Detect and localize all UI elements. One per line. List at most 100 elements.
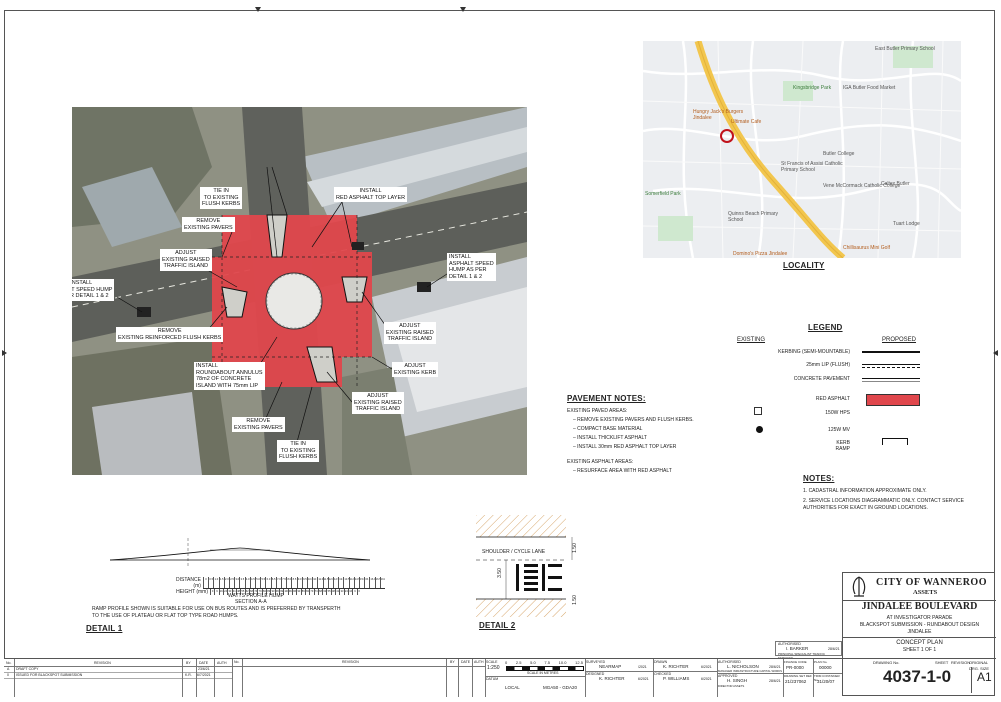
detail1-profile (109, 538, 371, 578)
scale-box: SCALE 1:250 0 2.5 5.0 7.5 10.0 12.5 SCAL… (485, 659, 586, 697)
map-label-iga: IGA Butler Food Market (843, 85, 896, 91)
surveyed-date: /2021 (638, 665, 647, 669)
locality-title: LOCALITY (783, 261, 825, 270)
detail2-lane-label: SHOULDER / CYCLE LANE (482, 549, 546, 555)
map-label-somerfield: Somerfield Park (645, 191, 681, 197)
map-label-dominos: Domino's Pizza Jindalee (733, 251, 788, 257)
legend-label-lip: 25mm LIP (FLUSH) (806, 362, 850, 368)
detail1-height-label: HEIGHT (mm) (176, 589, 208, 595)
city-logo-icon (852, 576, 866, 597)
pavement-paved-heading: EXISTING PAVED AREAS: (567, 408, 628, 414)
legend-label-red-asphalt: RED ASPHALT (815, 396, 850, 402)
scale-mark-5: 12.5 (575, 660, 583, 665)
rev-row-1-date: 23/6/21 (198, 667, 210, 671)
drawn-date: 6/2021 (701, 665, 712, 669)
authorised-box: AUTHORISED L. NICHOLSON 28/6/21 MANAGER … (717, 659, 784, 697)
sheet-label: SHEET (935, 660, 949, 665)
callout-remove-kerbs: REMOVE EXISTING REINFORCED FLUSH KERBS (116, 327, 224, 342)
location-line3: BLACKSPOT SUBMISSION - RUNDABOUT DESIGN (859, 622, 980, 628)
designed-date: 6/2021 (638, 677, 649, 681)
drawing-set-label: DRAWING SET REF (784, 674, 812, 678)
callout-install-annulus: INSTALL ROUNDABOUT ANNULUS 78m2 OF CONCR… (194, 362, 265, 390)
callout-tie-in-bottom: TIE IN TO EXISTING FLUSH KERBS (277, 440, 320, 462)
street-name: JINDALEE BOULEVARD (861, 601, 978, 612)
drawing-number: 4037-1-0 (883, 667, 952, 686)
drawing-no-label: DRAWING No. (873, 660, 900, 665)
locality-map: East Butler Primary School Hungry Jack's… (643, 41, 961, 258)
detail2-dim-a: 1.50 (571, 543, 578, 553)
callout-tie-in-top: TIE IN TO EXISTING FLUSH KERBS (200, 187, 243, 209)
rev-row-2-by: K.R. (185, 673, 192, 677)
pavement-notes-title: PAVEMENT NOTES: (567, 394, 646, 403)
bottom-strip: No. REVISION BY DATE AUTH A DRAFT COPY 2… (4, 658, 842, 697)
notes-item-1: CADASTRAL INFORMATION APPROXIMATE ONLY. (808, 488, 927, 494)
scale-value: 1:250 (487, 665, 500, 671)
checked-date: 6/2021 (701, 677, 712, 681)
scale-mark-4: 10.0 (558, 660, 567, 665)
callout-remove-bottom: REMOVE EXISTING PAVERS (232, 417, 285, 432)
map-label-kingsbridge-park: Kingsbridge Park (793, 85, 832, 91)
org-name: CITY OF WANNEROO (876, 577, 987, 588)
rev-row-2-date: 6/7/2021 (197, 673, 211, 677)
pavement-asphalt-item-1: RESURFACE AREA WITH RED ASPHALT (577, 468, 672, 474)
datum-value: LOCAL (505, 685, 520, 690)
scale-mark-1: 2.5 (515, 660, 522, 665)
detail2-title: DETAIL 2 (479, 621, 516, 630)
title-authorised-name: I. BARKER (786, 646, 809, 651)
detail2-dim-c: 1.50 (571, 595, 578, 605)
callout-adjust-kerb: ADJUST EXISTING KERB (392, 362, 439, 377)
legend-symbol-125w-icon (756, 426, 763, 433)
detail1-distance-cell: 16.85 (379, 577, 385, 588)
title-authorised-date: 28/6/21 (828, 647, 840, 651)
pavement-paved-item-2: COMPACT BASE MATERIAL (577, 426, 643, 432)
grid-tick-right (993, 350, 998, 356)
grid-tick-left (2, 350, 7, 356)
surveyed-name: NEARMAP (599, 664, 622, 669)
callout-adjust-right: ADJUST EXISTING RAISED TRAFFIC ISLAND (384, 322, 436, 344)
approved-date: 28/6/21 (769, 679, 781, 683)
org-sub: ASSETS (913, 589, 938, 596)
finance-label: FINANCE CODE (784, 660, 807, 664)
pavement-notes: PAVEMENT NOTES: EXISTING PAVED AREAS: – … (567, 394, 747, 476)
legend-label-125w: 125W MV (828, 427, 850, 433)
finance-code: PR-0000 (786, 665, 804, 670)
map-label-chillisaurus: Chillisaurus Mini Golf (843, 245, 890, 251)
plan-no-label: PLAN No. (814, 660, 828, 664)
pavement-asphalt-heading: EXISTING ASPHALT AREAS: (567, 459, 634, 465)
legend-symbol-kerbing (862, 351, 920, 353)
plan-no: 00000 (819, 665, 832, 670)
grid-value: MGA50 - GDA20 (543, 685, 578, 690)
scale-caption: SCALE IN METRES (527, 671, 559, 675)
drawing-set: 21/237062 (785, 679, 807, 684)
rev2-header-date: DATE (461, 660, 471, 664)
revision-table: No. REVISION BY DATE AUTH A DRAFT COPY 2… (4, 659, 233, 697)
map-label-ultimate-cafe: Ultimate Cafe (731, 119, 762, 125)
legend-label-kerbing: KERBING (SEMI-MOUNTABLE) (778, 349, 850, 355)
detail1-note: RAMP PROFILE SHOWN IS SUITABLE FOR USE O… (92, 606, 341, 619)
scale-label: SCALE (486, 660, 498, 664)
detail1-distance-label: DISTANCE (m) (176, 577, 201, 589)
plan-name: CONCEPT PLAN (896, 640, 943, 646)
grid-tick-top-2 (460, 7, 466, 12)
map-label-east-butler: East Butler Primary School (875, 46, 935, 52)
detail1-height-cell: 0 (356, 589, 360, 595)
legend-label-kerb-ramp: KERB RAMP (835, 440, 850, 452)
map-label-tuart-lodge: Tuart Lodge (893, 221, 920, 227)
sheet-size: A1 (977, 670, 992, 684)
pavement-paved-item-4: INSTALL 30mm RED ASPHALT TOP LAYER (577, 444, 677, 450)
rev2-header-by: BY (450, 660, 455, 664)
grid-tick-top-1 (255, 7, 261, 12)
legend-label-150w: 150W HPS (825, 410, 850, 416)
location-line4: JINDALEE (907, 629, 932, 635)
pavement-paved-item-3: INSTALL THICKLIFT ASPHALT (577, 435, 647, 441)
detail2-dim-b: 3.50 (496, 568, 503, 578)
surveyed-box: SURVEYED NEARMAP /2021 DESIGNED K. RICHT… (585, 659, 654, 697)
general-notes: NOTES: 1. CADASTRAL INFORMATION APPROXIM… (803, 474, 973, 512)
approved-name: H. SINGH (727, 678, 748, 683)
map-label-caltex: Caltex Butler (881, 181, 910, 187)
map-label-quinns-beach: Quinns Beach Primary School (728, 211, 779, 223)
callout-remove-top: REMOVE EXISTING PAVERS (182, 217, 235, 232)
legend-label-concrete: CONCRETE PAVEMENT (793, 376, 850, 382)
title-authorised-box: AUTHORISED I. BARKER PRINCIPAL SPECIALIS… (775, 641, 842, 660)
title-block: CITY OF WANNEROO ASSETS JINDALEE BOULEVA… (842, 572, 996, 696)
